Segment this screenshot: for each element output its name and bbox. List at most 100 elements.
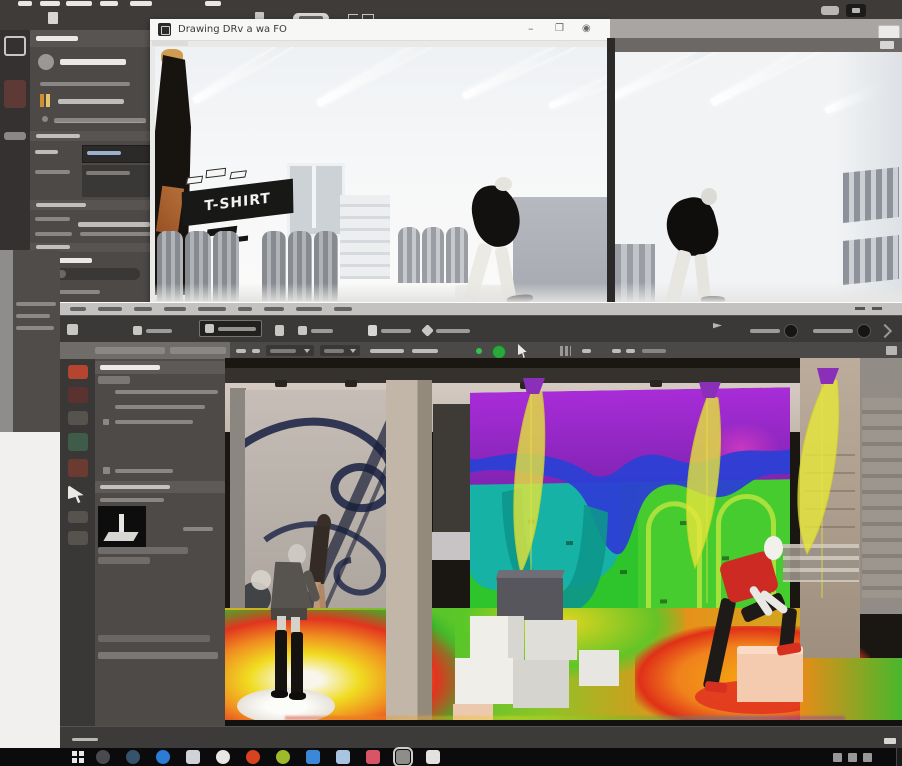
list-item-blur[interactable] [115,390,218,394]
cabinet [446,227,468,283]
menu-item-blur[interactable] [264,307,284,311]
taskbar-app-red[interactable] [246,750,260,764]
red-book-icon[interactable] [68,459,88,477]
falsecolor-viewport[interactable] [225,358,902,728]
scene-tool-icon[interactable] [68,365,88,379]
mannequin-gray-boot [291,632,303,696]
list-item-blur[interactable] [115,469,173,473]
grid-icon[interactable] [560,346,571,356]
panel-tab-blur[interactable] [170,347,226,354]
taskbar-app-globe[interactable] [126,750,140,764]
cabinet [398,227,420,283]
pane-divider [607,38,615,303]
toolbar-button[interactable] [293,322,338,339]
render-viewport-secondary[interactable] [615,52,902,303]
page-button[interactable] [270,322,289,339]
menu-item-blur[interactable] [238,307,252,311]
dark-pill-button[interactable] [846,4,866,17]
render-window-titlebar[interactable]: Drawing DRv a wa FO – ❐ ◉ [150,19,610,41]
panel-list-row[interactable] [98,557,150,564]
taskbar-app-lightblue[interactable] [336,750,350,764]
tool-glyph-blur[interactable] [252,349,260,353]
hand-icon[interactable] [821,6,839,15]
views-tool-icon[interactable] [68,411,88,425]
panel-filter-segment[interactable] [98,376,130,384]
render-viewport-raytrace[interactable]: T-SHIRT [155,47,607,303]
document-button[interactable] [363,322,416,339]
zoom-dropdown[interactable] [266,345,314,356]
export-button[interactable] [418,322,475,339]
menu-item-blur[interactable] [296,307,322,311]
toolbar-button[interactable] [128,322,177,339]
display-dropdown[interactable] [320,345,360,356]
window-buttons-blur[interactable] [855,307,865,310]
note-tool-icon[interactable] [68,511,88,523]
taskbar-app-white-shape[interactable] [426,750,440,764]
menu-item-blur[interactable] [98,307,122,311]
panel-title-blur [100,365,160,370]
library-icon[interactable] [4,80,26,108]
tool-text-blur[interactable] [370,349,404,353]
avatar[interactable] [38,54,54,70]
maximize-button[interactable]: ❐ [555,23,564,34]
render-mode-button[interactable] [199,320,262,337]
home-icon[interactable] [67,324,78,335]
view-toggle[interactable] [745,322,803,339]
name-input[interactable] [82,145,155,163]
tool-glyph-blur[interactable] [626,349,635,353]
taskbar-app-blue-window[interactable] [306,750,320,764]
taskbar-app-blue-drop[interactable] [156,750,170,764]
menu-item-blur[interactable] [164,307,186,311]
wall-shelves [340,195,390,279]
pane-header-icon[interactable] [880,41,894,49]
pen-tool-icon[interactable] [68,531,88,545]
tray-icon[interactable] [848,753,857,762]
tray-icon[interactable] [863,753,872,762]
link-text-blur[interactable] [54,118,146,123]
menu-item-blur[interactable] [70,307,86,311]
window-buttons-blur[interactable] [872,307,882,310]
taskbar-app-pink[interactable] [366,750,380,764]
panel-button-bar[interactable] [98,652,218,659]
tool-glyph-blur[interactable] [582,349,591,353]
label-blur [35,217,70,221]
taskbar-app-active[interactable] [396,750,410,764]
start-button[interactable] [72,751,84,763]
materials-tool-icon[interactable] [68,387,88,403]
chevron-right-icon[interactable] [878,324,892,338]
minimize-button[interactable]: – [528,22,534,35]
taskbar-app-dark-circle[interactable] [96,750,110,764]
menu-item-blur[interactable] [198,307,226,311]
taskbar-app-folder[interactable] [186,750,200,764]
list-item-blur[interactable] [115,420,193,424]
menu-item-blur[interactable] [134,307,152,311]
luminaire-thumbnail[interactable] [98,506,146,549]
pane-icon[interactable] [886,346,897,355]
dropdown-box[interactable] [82,165,153,197]
flag-icon[interactable] [713,323,722,335]
panel-button-bar[interactable] [98,635,210,642]
settings-button[interactable]: ◉ [582,23,591,34]
green-book-icon[interactable] [68,433,88,451]
list-item-blur[interactable] [115,405,205,409]
menu-item-blur[interactable] [334,307,352,311]
panel-list-row[interactable] [98,547,188,554]
view-toggle[interactable] [808,322,876,339]
tool-text-blur[interactable] [412,349,438,353]
start-calculation-button[interactable] [492,345,506,359]
clipboard-icon[interactable] [48,12,58,24]
titlebar-tab[interactable] [152,40,188,46]
viewport-icon[interactable] [4,36,26,56]
tray-icon[interactable] [833,753,842,762]
taskbar-app-white-circle[interactable] [216,750,230,764]
list-item-bullet [103,467,110,474]
graffiti-mark [186,176,203,185]
panel-tab-blur[interactable] [95,347,165,354]
tool-text-blur[interactable] [642,349,666,353]
tool-glyph-blur[interactable] [236,349,246,353]
taskbar-app-green[interactable] [276,750,290,764]
show-desktop-sliver[interactable] [896,748,902,766]
tool-glyph-blur[interactable] [612,349,621,353]
cursor-tool-icon[interactable] [68,485,88,503]
handle-icon[interactable] [4,132,26,140]
